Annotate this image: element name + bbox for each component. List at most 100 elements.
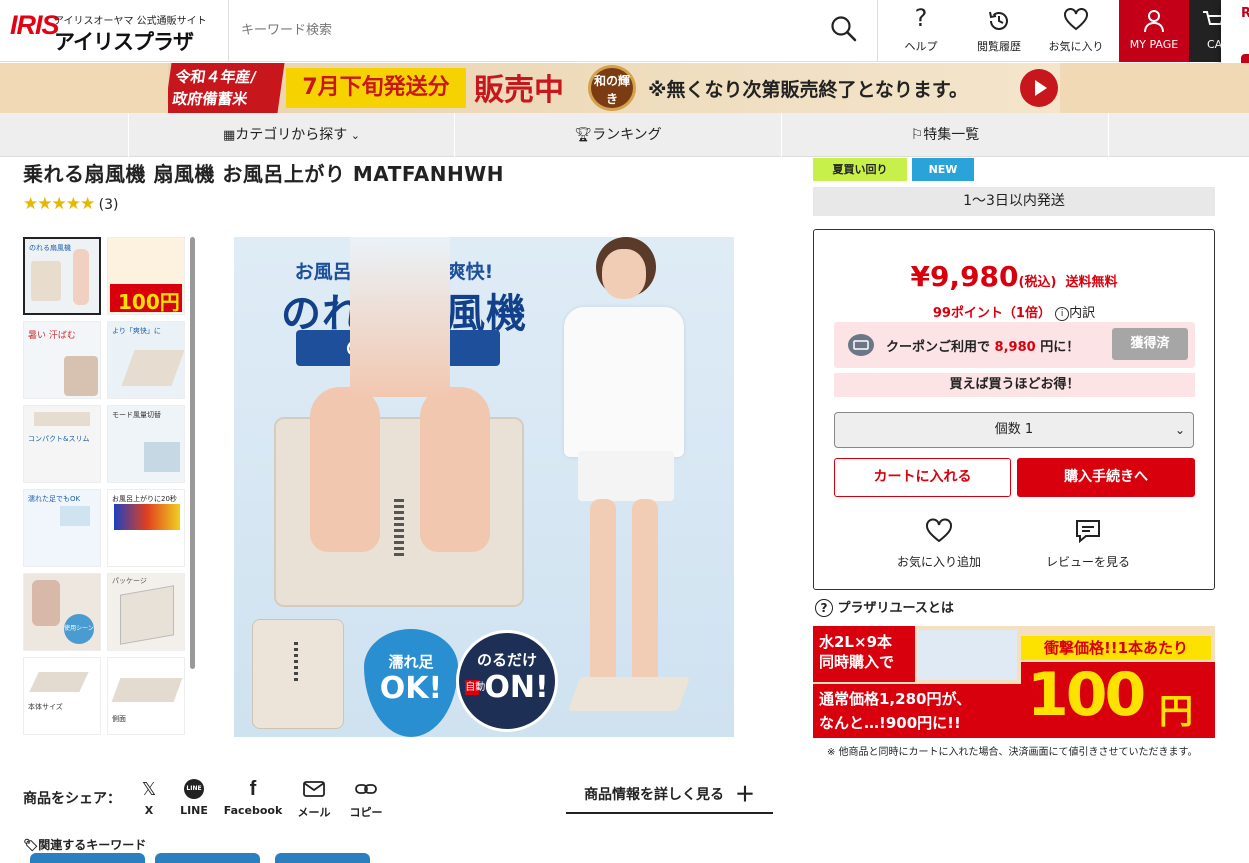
thumbnail-10[interactable]: パッケージ xyxy=(107,573,185,651)
thumb-person xyxy=(73,249,89,305)
view-reviews-button[interactable]: レビューを見る xyxy=(1018,518,1158,570)
thumbnail-9[interactable]: 使用シーン xyxy=(23,573,101,651)
controller-unit xyxy=(252,619,344,729)
badge2-top: のるだけ xyxy=(476,651,537,669)
history-link[interactable]: 閲覧履歴 xyxy=(964,0,1034,62)
thumb-panel xyxy=(144,442,180,472)
facebook-icon: f xyxy=(249,777,257,800)
play-icon[interactable] xyxy=(1020,69,1058,107)
coupon-acquired-button[interactable]: 獲得済 xyxy=(1112,328,1188,360)
share-facebook-button[interactable]: f Facebook xyxy=(223,777,283,818)
share-copy-button[interactable]: コピー xyxy=(336,778,396,820)
water-promo-banner[interactable]: 水2L×9本 同時購入で 衝撃価格!!1本あたり 通常価格1,280円が、 なん… xyxy=(813,626,1215,738)
main-product-image[interactable]: お風呂あがり全身爽快! のれる扇風機 のれせん２ 濡れ足 OK! のるだけ 自動… xyxy=(234,237,734,737)
thumbnail-8[interactable]: お風呂上がりに20秒 xyxy=(107,489,185,567)
banner-onsale: 販売中 xyxy=(474,73,564,108)
quantity-value: 個数 1 xyxy=(994,422,1034,437)
keyword-chip[interactable] xyxy=(155,853,260,863)
link-icon xyxy=(336,778,396,800)
mypage-link[interactable]: MY PAGE xyxy=(1119,0,1189,62)
thumb-product xyxy=(111,678,183,702)
category-menu[interactable]: ▦カテゴリから探す ⌄ xyxy=(128,113,455,157)
price: ¥9,980(税込) 送料無料 xyxy=(814,260,1214,293)
keyword-chip[interactable] xyxy=(275,853,370,863)
thumbnail-7[interactable]: 濡れた足でもOK xyxy=(23,489,101,567)
product-rating[interactable]: ★★★★★ (3) xyxy=(23,194,119,214)
thumb-caption: 100円 xyxy=(118,290,180,314)
thumb-product xyxy=(121,350,184,386)
thumbnail-11[interactable]: 本体サイズ xyxy=(23,657,101,735)
tag-icon: 🏷︎ xyxy=(23,838,39,852)
thumb-caption: のれる扇風機 xyxy=(29,244,71,252)
logo-brand: IRIS xyxy=(10,10,60,40)
legs xyxy=(350,237,450,397)
checkout-button[interactable]: 購入手続きへ xyxy=(1017,458,1195,497)
promo-left-label: 水2L×9本 同時購入で xyxy=(813,626,915,682)
coupon-icon xyxy=(848,334,874,356)
keywords-label: 関連するキーワード xyxy=(38,838,147,852)
history-icon xyxy=(989,11,1008,30)
coupon-panel: クーポンご利用で 8,980 円に！ 獲得済 xyxy=(834,322,1195,368)
thumb-product xyxy=(34,412,90,426)
cart-link[interactable]: CA xyxy=(1189,0,1221,62)
features-link[interactable]: ⚐特集一覧 xyxy=(782,113,1109,157)
favorites-link[interactable]: お気に入り xyxy=(1040,0,1112,62)
thumb-caption: 使用シーン xyxy=(64,614,94,644)
promo-big-price: 100 xyxy=(1027,660,1146,730)
cart-icon xyxy=(1203,11,1221,25)
add-favorite-button[interactable]: お気に入り追加 xyxy=(869,518,1009,570)
banner-note: ※無くなり次第販売終了となります。 xyxy=(648,79,969,101)
add-to-cart-button[interactable]: カートに入れる xyxy=(834,458,1011,497)
thumbnail-4[interactable]: より「爽快」に xyxy=(107,321,185,399)
thumb-product xyxy=(29,672,89,692)
thumbnail-scrollbar[interactable] xyxy=(190,237,195,669)
points-value: 99ポイント（1倍） xyxy=(932,306,1051,321)
plaza-reuse-link[interactable]: ? プラザリユースとは xyxy=(815,597,954,617)
favorites-label: お気に入り xyxy=(1048,40,1104,53)
share-line-label: LINE xyxy=(180,804,208,817)
mat-vent xyxy=(394,499,404,559)
price-amount: ¥9,980 xyxy=(910,260,1019,293)
badge2-side: 自動 xyxy=(465,680,486,695)
left-foot xyxy=(310,387,380,552)
search-bar xyxy=(228,0,878,62)
share-mail-button[interactable]: メール xyxy=(284,778,344,820)
search-button[interactable] xyxy=(829,14,859,44)
help-link[interactable]: ? ヘルプ xyxy=(888,0,954,62)
free-shipping: 送料無料 xyxy=(1065,275,1118,290)
thumb-caption: モード風量切替 xyxy=(112,411,161,419)
rice-sale-banner[interactable]: 令和４年産/ 政府備蓄米 7月下旬発送分 販売中 和の輝き ※無くなり次第販売終… xyxy=(168,63,1060,113)
rating-stars: ★★★★★ xyxy=(23,194,95,214)
more-info-label: 商品情報を詳しく見る xyxy=(584,787,725,803)
features-label: 特集一覧 xyxy=(923,127,980,143)
model-right-leg xyxy=(632,499,658,689)
ranking-label: ランキング xyxy=(592,127,662,143)
purchase-box: ¥9,980(税込) 送料無料 99ポイント（1倍） i 内訳 クーポンご利用で … xyxy=(813,229,1215,590)
points-breakdown-link[interactable]: 内訳 xyxy=(1069,306,1095,321)
share-mail-label: メール xyxy=(297,806,331,819)
view-reviews-label: レビューを見る xyxy=(1045,555,1130,569)
right-foot xyxy=(420,387,490,552)
promo-line3: 衝撃価格!!1本あたり xyxy=(1021,636,1211,660)
quantity-select[interactable]: 個数 1 ⌄ xyxy=(834,412,1194,448)
thumbnail-3[interactable]: 暑い 汗ばむ xyxy=(23,321,101,399)
thumbnail-5[interactable]: コンパクト&スリム xyxy=(23,405,101,483)
share-line-button[interactable]: LINE LINE xyxy=(164,778,224,817)
keyword-chip[interactable] xyxy=(30,853,145,863)
site-logo[interactable]: IRIS アイリスオーヤマ 公式通販サイト アイリスプラザ xyxy=(8,6,208,56)
thumbnail-1[interactable]: のれる扇風機 xyxy=(23,237,101,315)
thumbnail-2[interactable]: 100円 xyxy=(107,237,185,315)
thumbnail-12[interactable]: 側面 xyxy=(107,657,185,735)
share-label: 商品をシェア： xyxy=(23,791,121,807)
reuse-label: プラザリユースとは xyxy=(837,601,954,616)
review-count: (3) xyxy=(98,197,119,213)
ranking-link[interactable]: 🏆︎ランキング xyxy=(455,113,782,157)
category-nav: ▦カテゴリから探す ⌄ 🏆︎ランキング ⚐特集一覧 xyxy=(0,113,1249,157)
promo-line4: 通常価格1,280円が、 xyxy=(819,690,972,708)
more-product-info-button[interactable]: 商品情報を詳しく見る ＋ xyxy=(566,776,773,814)
thumbnail-6[interactable]: モード風量切替 xyxy=(107,405,185,483)
search-input[interactable] xyxy=(241,16,801,44)
info-icon[interactable]: i xyxy=(1055,306,1070,321)
tag-summer[interactable]: 夏買い回り xyxy=(813,158,907,181)
rice-brand-seal: 和の輝き xyxy=(588,65,636,111)
